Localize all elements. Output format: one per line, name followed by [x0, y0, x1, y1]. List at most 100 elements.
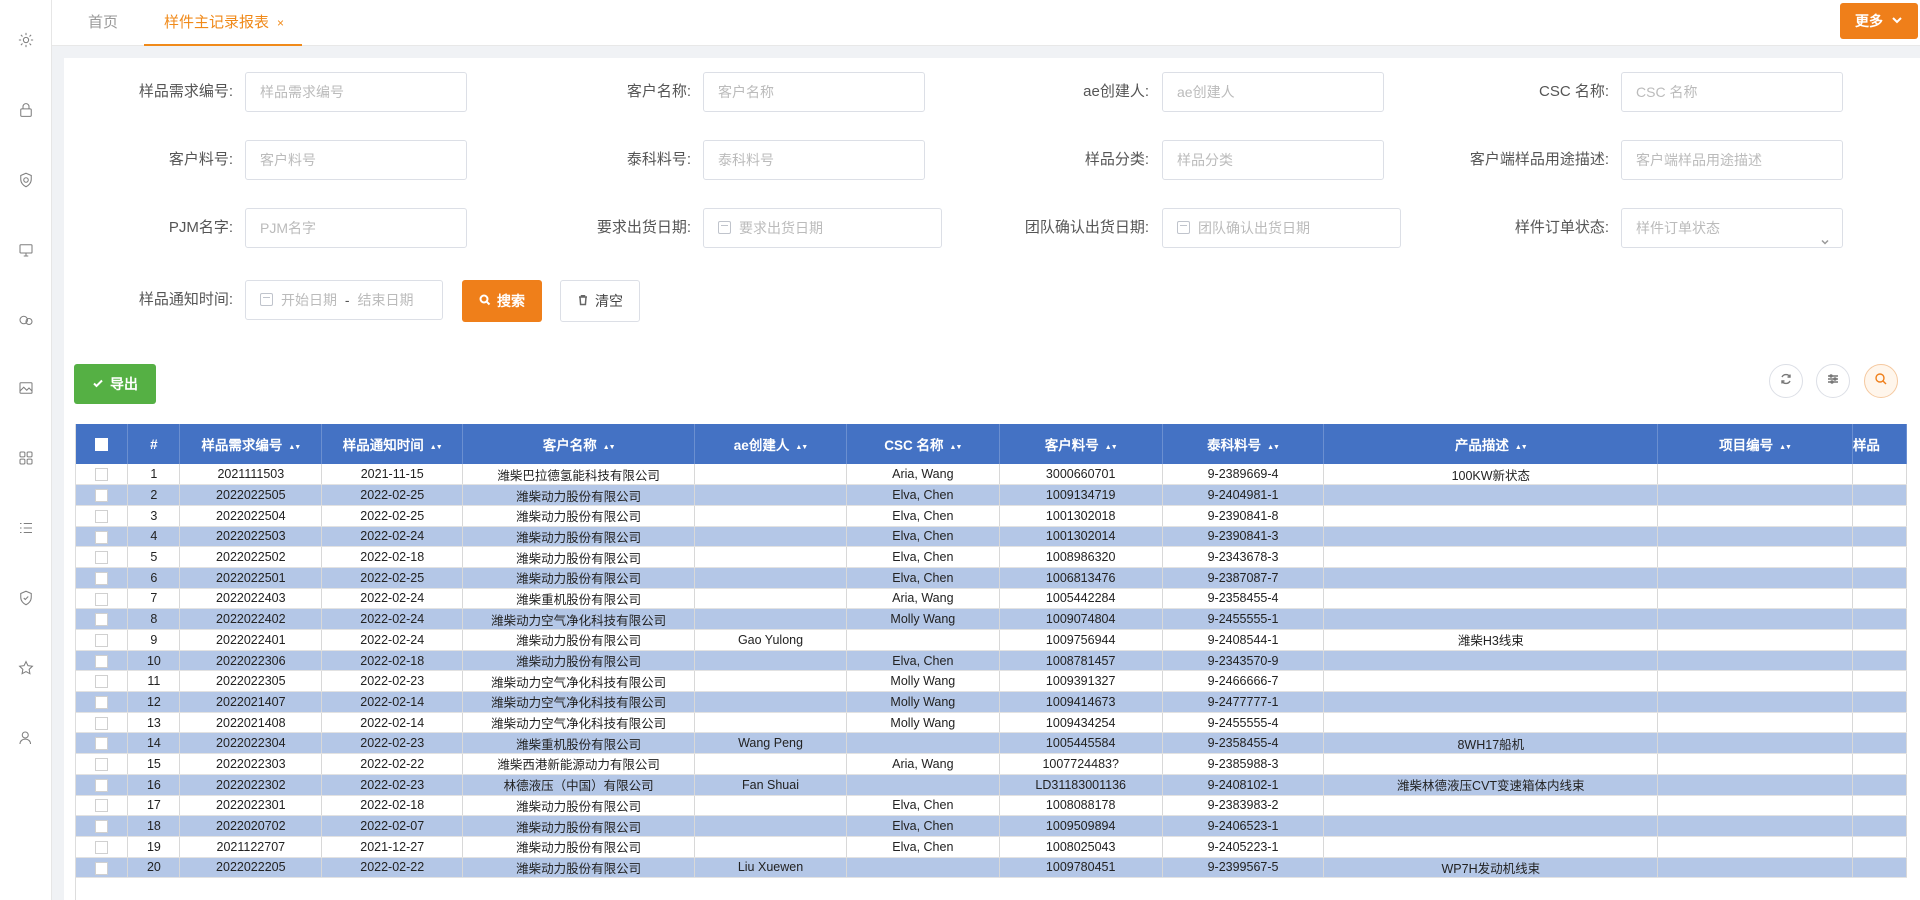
- table-row[interactable]: 19 2021122707 2021-12-27 潍柴动力股份有限公司 Elva, Ch…: [76, 836, 1907, 858]
- refresh-button[interactable]: [1769, 364, 1803, 398]
- filter-input-notify_time[interactable]: 开始日期 - 结束日期: [245, 280, 443, 320]
- table-row[interactable]: 14 2022022304 2022-02-23 潍柴重机股份有限公司 Wang Pen…: [76, 732, 1907, 755]
- tab-home[interactable]: 首页: [88, 0, 118, 46]
- table-cell: [694, 753, 847, 775]
- column-header[interactable]: #: [127, 424, 181, 464]
- shield-icon[interactable]: [10, 582, 42, 614]
- sort-icon[interactable]: ▲▼: [950, 444, 963, 451]
- table-row[interactable]: 10 2022022306 2022-02-18 潍柴动力股份有限公司 Elva, Ch…: [76, 650, 1907, 672]
- user-icon[interactable]: [10, 722, 42, 754]
- table-cell: 2022022301: [179, 795, 323, 817]
- row-checkbox[interactable]: [95, 571, 109, 585]
- filter-input-customer_pn[interactable]: 客户料号: [245, 140, 467, 180]
- table-row[interactable]: 6 2022022501 2022-02-25 潍柴动力股份有限公司 Elva, Che…: [76, 567, 1907, 589]
- sort-icon[interactable]: ▲▼: [1515, 444, 1528, 451]
- row-checkbox[interactable]: [95, 592, 109, 606]
- table-row[interactable]: 3 2022022504 2022-02-25 潍柴动力股份有限公司 Elva, Che…: [76, 505, 1907, 527]
- row-checkbox[interactable]: [95, 758, 109, 772]
- column-header[interactable]: 客户料号 ▲▼: [999, 424, 1163, 464]
- column-header[interactable]: 样品需求编号 ▲▼: [179, 424, 323, 464]
- column-header[interactable]: ae创建人 ▲▼: [694, 424, 847, 464]
- row-checkbox[interactable]: [95, 675, 109, 689]
- filter-input-team_ship_date[interactable]: 团队确认出货日期: [1162, 208, 1401, 248]
- column-header[interactable]: 样品: [1852, 424, 1907, 464]
- filter-input-sample_category[interactable]: 样品分类: [1162, 140, 1384, 180]
- filter-input-te_pn[interactable]: 泰科料号: [703, 140, 925, 180]
- table-row[interactable]: 11 2022022305 2022-02-23 潍柴动力空气净化科技有限公司 Moll…: [76, 670, 1907, 693]
- column-header[interactable]: CSC 名称 ▲▼: [846, 424, 1000, 464]
- columns-settings-button[interactable]: [1816, 364, 1850, 398]
- image-icon[interactable]: [10, 372, 42, 404]
- filter-input-req_ship_date[interactable]: 要求出货日期: [703, 208, 942, 248]
- sort-icon[interactable]: ▲▼: [430, 444, 443, 451]
- row-checkbox[interactable]: [95, 468, 109, 482]
- table-row[interactable]: 1 2021111503 2021-11-15 潍柴巴拉德氢能科技有限公司 Aria, …: [76, 464, 1907, 486]
- row-checkbox[interactable]: [95, 509, 109, 523]
- table-row[interactable]: 20 2022022205 2022-02-22 潍柴动力股份有限公司 Liu Xuew…: [76, 857, 1907, 879]
- sort-icon[interactable]: ▲▼: [795, 444, 808, 451]
- sort-icon[interactable]: ▲▼: [1267, 444, 1280, 451]
- column-header[interactable]: 产品描述 ▲▼: [1323, 424, 1659, 464]
- table-row[interactable]: 4 2022022503 2022-02-24 潍柴动力股份有限公司 Elva, Che…: [76, 526, 1907, 548]
- coins-icon[interactable]: [10, 304, 42, 336]
- row-checkbox[interactable]: [95, 489, 109, 503]
- filter-input-customer_name[interactable]: 客户名称: [703, 72, 925, 112]
- toggle-search-button[interactable]: [1864, 364, 1898, 398]
- filter-input-pjm_name[interactable]: PJM名字: [245, 208, 467, 248]
- table-row[interactable]: 17 2022022301 2022-02-18 潍柴动力股份有限公司 Elva, Ch…: [76, 795, 1907, 817]
- list-icon[interactable]: [10, 512, 42, 544]
- shield-clock-icon[interactable]: [10, 164, 42, 196]
- row-checkbox[interactable]: [95, 654, 109, 668]
- row-checkbox[interactable]: [95, 551, 109, 565]
- export-button[interactable]: 导出: [74, 364, 156, 404]
- gear-icon[interactable]: [10, 24, 42, 56]
- table-row[interactable]: 16 2022022302 2022-02-23 林德液压（中国）有限公司 Fan Sh…: [76, 774, 1907, 796]
- table-row[interactable]: 2 2022022505 2022-02-25 潍柴动力股份有限公司 Elva, Che…: [76, 484, 1907, 506]
- table-row[interactable]: 12 2022021407 2022-02-14 潍柴动力空气净化科技有限公司 Moll…: [76, 691, 1907, 713]
- table-row[interactable]: 7 2022022403 2022-02-24 潍柴重机股份有限公司 Aria, Wan…: [76, 588, 1907, 610]
- row-checkbox[interactable]: [95, 530, 109, 544]
- table-row[interactable]: 13 2022021408 2022-02-14 潍柴动力空气净化科技有限公司 Moll…: [76, 712, 1907, 734]
- more-button[interactable]: 更多: [1840, 3, 1918, 39]
- row-checkbox[interactable]: [95, 696, 109, 709]
- sort-icon[interactable]: ▲▼: [288, 444, 301, 451]
- sort-icon[interactable]: ▲▼: [603, 444, 616, 451]
- table-row[interactable]: 8 2022022402 2022-02-24 潍柴动力空气净化科技有限公司 Molly…: [76, 608, 1907, 630]
- column-header[interactable]: 项目编号 ▲▼: [1657, 424, 1853, 464]
- row-checkbox[interactable]: [95, 716, 109, 730]
- close-icon[interactable]: ×: [277, 16, 284, 30]
- table-row[interactable]: 18 2022020702 2022-02-07 潍柴动力股份有限公司 Elva, Ch…: [76, 815, 1907, 837]
- monitor-icon[interactable]: [10, 234, 42, 266]
- select-all-checkbox[interactable]: [95, 438, 109, 452]
- row-checkbox[interactable]: [95, 840, 109, 854]
- column-header[interactable]: 样品通知时间 ▲▼: [321, 424, 464, 464]
- table-cell: 潍柴西港新能源动力有限公司: [462, 753, 696, 775]
- row-checkbox[interactable]: [95, 799, 109, 813]
- filter-input-ae_creator[interactable]: ae创建人: [1162, 72, 1384, 112]
- grid-icon[interactable]: [10, 442, 42, 474]
- row-checkbox[interactable]: [95, 737, 109, 751]
- column-header[interactable]: 泰科料号 ▲▼: [1162, 424, 1325, 464]
- table-row[interactable]: 5 2022022502 2022-02-18 潍柴动力股份有限公司 Elva, Che…: [76, 546, 1907, 568]
- star-icon[interactable]: [10, 652, 42, 684]
- sort-icon[interactable]: ▲▼: [1105, 444, 1118, 451]
- lock-icon[interactable]: [10, 94, 42, 126]
- row-checkbox[interactable]: [95, 861, 109, 875]
- column-header[interactable]: 客户名称 ▲▼: [462, 424, 696, 464]
- tab-bar: 首页 样件主记录报表 × 更多: [52, 0, 1920, 46]
- table-row[interactable]: 15 2022022303 2022-02-22 潍柴西港新能源动力有限公司 Aria,…: [76, 753, 1907, 775]
- row-checkbox[interactable]: [95, 820, 109, 834]
- tab-sample-report[interactable]: 样件主记录报表 ×: [144, 0, 302, 46]
- row-checkbox[interactable]: [95, 633, 109, 647]
- filter-input-order_status[interactable]: 样件订单状态: [1621, 208, 1843, 248]
- row-checkbox[interactable]: [95, 613, 109, 627]
- row-checkbox[interactable]: [95, 778, 109, 792]
- filter-input-sample_req_no[interactable]: 样品需求编号: [245, 72, 467, 112]
- column-header-label: 客户料号: [1044, 438, 1099, 453]
- search-button[interactable]: 搜索: [462, 280, 542, 322]
- clear-button[interactable]: 清空: [560, 280, 640, 322]
- table-row[interactable]: 9 2022022401 2022-02-24 潍柴动力股份有限公司 Gao Yulon…: [76, 629, 1907, 651]
- sort-icon[interactable]: ▲▼: [1779, 444, 1792, 451]
- filter-input-usage_desc[interactable]: 客户端样品用途描述: [1621, 140, 1843, 180]
- filter-input-csc_name[interactable]: CSC 名称: [1621, 72, 1843, 112]
